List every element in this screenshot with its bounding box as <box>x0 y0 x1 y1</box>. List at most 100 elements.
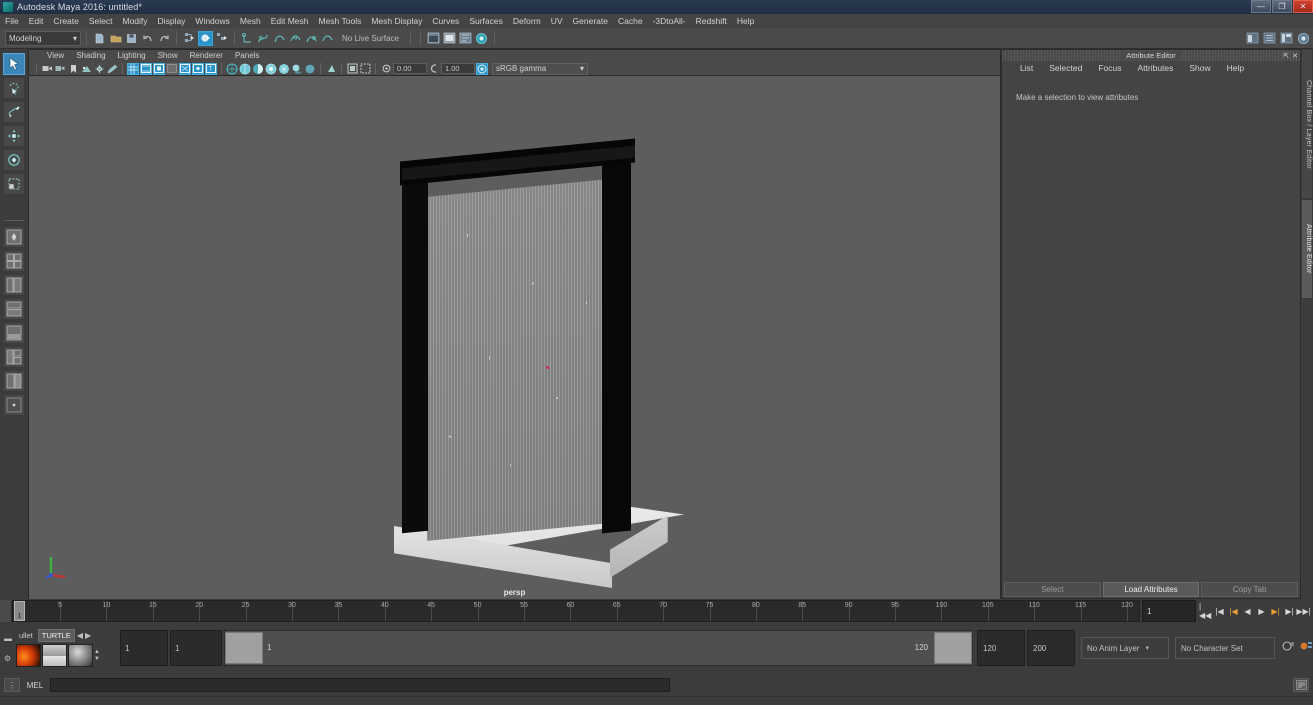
camera-attributes-icon[interactable] <box>54 63 66 75</box>
go-to-end-button[interactable]: ▶▶| <box>1296 603 1310 619</box>
new-scene-icon[interactable] <box>92 31 107 46</box>
layout-persp-graph[interactable] <box>3 298 25 320</box>
command-input[interactable] <box>50 678 670 692</box>
isolate-select-icon[interactable] <box>359 63 371 75</box>
snap-to-curve-icon[interactable] <box>256 31 271 46</box>
shelf-next-icon[interactable]: ▶ <box>85 631 91 640</box>
viewport-menu-show[interactable]: Show <box>152 50 184 62</box>
smooth-shade-all-icon[interactable] <box>239 63 251 75</box>
range-slider-bar[interactable]: 1 120 <box>224 630 973 666</box>
anim-start-field[interactable]: 1 <box>170 630 222 666</box>
ae-menu-show[interactable]: Show <box>1181 63 1218 73</box>
menu-mesh[interactable]: Mesh <box>235 14 266 28</box>
multisample-icon[interactable] <box>346 63 358 75</box>
viewport-menu-view[interactable]: View <box>41 50 70 62</box>
go-to-start-button[interactable]: |◀◀ <box>1199 602 1212 620</box>
menu-cache[interactable]: Cache <box>613 14 648 28</box>
current-frame-field[interactable]: 1 <box>1142 600 1196 622</box>
close-icon[interactable]: ✕ <box>1292 52 1298 60</box>
gamma-icon[interactable] <box>428 63 440 75</box>
menu-surfaces[interactable]: Surfaces <box>464 14 508 28</box>
step-forward-keyframe-button[interactable]: ▶| <box>1283 603 1296 619</box>
menu-mesh-display[interactable]: Mesh Display <box>366 14 427 28</box>
wireframe-shading-icon[interactable] <box>226 62 238 75</box>
hypershade-icon[interactable] <box>474 31 489 46</box>
menu-3dtoall[interactable]: -3DtoAll- <box>648 14 691 28</box>
color-management-icon[interactable] <box>476 62 488 75</box>
menu-mesh-tools[interactable]: Mesh Tools <box>314 14 367 28</box>
tool-settings-toggle-icon[interactable] <box>1279 31 1294 46</box>
xray-joints-icon[interactable] <box>192 62 204 75</box>
range-start-field[interactable]: 1 <box>120 630 168 666</box>
open-scene-icon[interactable] <box>108 31 123 46</box>
shelf-tab-turtle[interactable]: TURTLE <box>37 629 75 642</box>
sphere-material-swatch[interactable] <box>68 644 93 667</box>
restore-button[interactable]: ❐ <box>1272 0 1292 13</box>
range-end-field[interactable]: 200 <box>1027 630 1075 666</box>
time-slider-track[interactable]: 1 5 10 15 20 25 30 35 40 45 50 55 60 65 70 75 80 85 90 95 1… <box>12 600 1140 622</box>
close-button[interactable]: ✕ <box>1293 0 1313 13</box>
camera-icon[interactable] <box>41 63 53 75</box>
save-scene-icon[interactable] <box>124 31 139 46</box>
step-forward-frame-button[interactable]: ▶| <box>1269 603 1282 619</box>
layout-single-pane[interactable] <box>3 226 25 248</box>
tab-attribute-editor[interactable]: Attribute Editor <box>1301 199 1313 299</box>
layout-hypershade[interactable] <box>3 322 25 344</box>
time-slider-handle[interactable] <box>0 600 12 622</box>
snap-to-point-icon[interactable] <box>272 31 287 46</box>
menu-generate[interactable]: Generate <box>568 14 613 28</box>
select-tool[interactable] <box>3 53 25 75</box>
undock-icon[interactable]: ⇱ <box>1283 52 1289 60</box>
menu-create[interactable]: Create <box>48 14 84 28</box>
snap-to-view-plane-icon[interactable] <box>304 31 319 46</box>
image-plane-icon[interactable] <box>80 63 92 75</box>
move-tool[interactable] <box>3 125 25 147</box>
menu-windows[interactable]: Windows <box>190 14 234 28</box>
load-attributes-button[interactable]: Load Attributes <box>1102 582 1200 597</box>
select-by-object-type-icon[interactable] <box>198 30 213 46</box>
menu-display[interactable]: Display <box>153 14 191 28</box>
animation-preferences-icon[interactable] <box>1299 639 1313 658</box>
fire-material-swatch[interactable] <box>16 644 41 667</box>
menu-deform[interactable]: Deform <box>508 14 546 28</box>
film-gate-icon[interactable] <box>140 62 152 75</box>
play-forwards-button[interactable]: ▶ <box>1255 603 1268 619</box>
render-sequence-icon[interactable] <box>442 31 457 46</box>
snap-to-grid-icon[interactable] <box>240 31 255 46</box>
menu-set-selector[interactable]: Modeling ▾ <box>5 30 81 46</box>
snap-to-projected-center-icon[interactable] <box>288 31 303 46</box>
viewport-menu-renderer[interactable]: Renderer <box>184 50 229 62</box>
menu-file[interactable]: File <box>0 14 24 28</box>
select-by-component-type-icon[interactable] <box>214 31 229 46</box>
shelf-grip[interactable]: ▬ ⚙ <box>4 634 14 663</box>
show-hide-editor-icon[interactable] <box>1245 31 1260 46</box>
shelf-swatch-spinner[interactable]: ▲ ▼ <box>94 649 100 662</box>
scale-tool[interactable] <box>3 173 25 195</box>
attribute-editor-toggle-icon[interactable] <box>1262 31 1277 46</box>
shelf-options-icon[interactable]: ⚙ <box>4 654 12 663</box>
menu-edit-mesh[interactable]: Edit Mesh <box>266 14 314 28</box>
shadows-icon[interactable] <box>291 63 303 75</box>
layout-persp-outliner[interactable] <box>3 274 25 296</box>
auto-keyframe-icon[interactable] <box>1281 639 1295 658</box>
render-settings-icon[interactable] <box>458 31 473 46</box>
anim-end-field[interactable]: 120 <box>977 630 1025 666</box>
rotate-tool[interactable] <box>3 149 25 171</box>
shelf-tab-bullet[interactable]: ullet <box>16 630 36 641</box>
resolution-gate-icon[interactable] <box>153 62 165 75</box>
ae-menu-list[interactable]: List <box>1012 63 1041 73</box>
copy-tab-button[interactable]: Copy Tab <box>1201 582 1299 597</box>
xray-icon[interactable] <box>179 62 191 75</box>
use-all-lights-icon[interactable] <box>278 63 290 75</box>
render-view-icon[interactable] <box>426 31 441 46</box>
texture-toggle-icon[interactable]: T <box>205 62 217 75</box>
minimize-button[interactable]: — <box>1251 0 1271 13</box>
studio-render-swatch[interactable] <box>42 644 67 667</box>
range-end-handle[interactable] <box>934 632 972 664</box>
exposure-field[interactable]: 0.00 <box>393 63 427 74</box>
layout-more[interactable] <box>3 394 25 416</box>
viewport-menu-panels[interactable]: Panels <box>229 50 265 62</box>
play-backwards-button[interactable]: ◀ <box>1241 603 1254 619</box>
exposure-icon[interactable] <box>380 63 392 75</box>
paint-select-tool[interactable] <box>3 101 25 123</box>
